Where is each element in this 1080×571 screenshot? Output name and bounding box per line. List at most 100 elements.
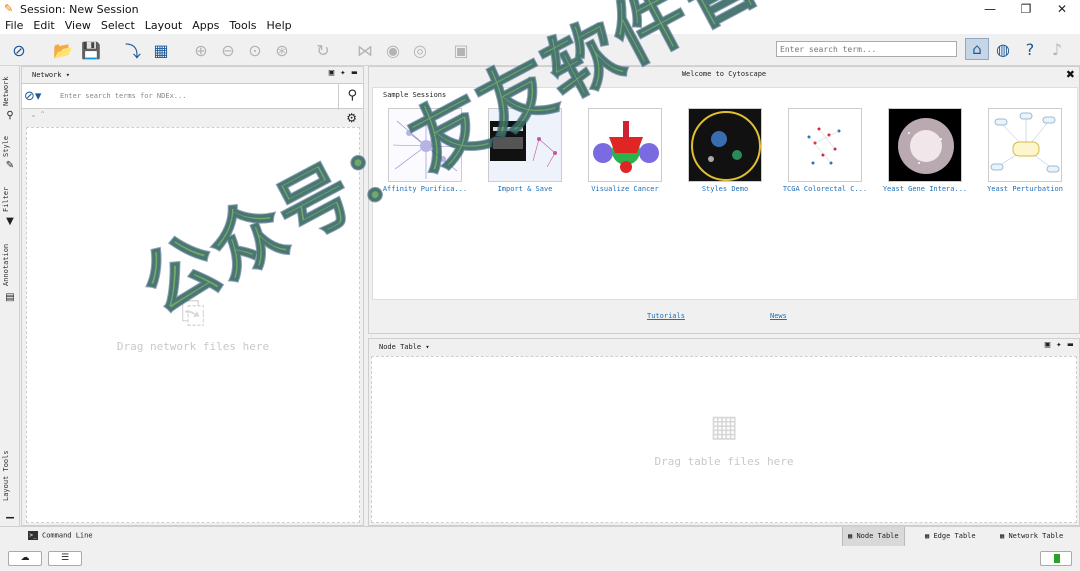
menu-tools[interactable]: Tools [224,18,261,34]
tab-network[interactable]: Network [2,72,18,110]
hide-selected-icon[interactable]: ◉ [382,40,404,60]
pin-icon[interactable]: ✦ [340,68,345,78]
node-table-title[interactable]: Node Table ▾ [379,343,430,351]
welcome-title: Welcome to Cytoscape [681,70,767,78]
minimize-button[interactable]: — [972,0,1008,18]
session-thumbnail[interactable] [688,108,762,182]
tab-network-table-label: Network Table [1008,532,1064,540]
import-table-icon[interactable]: ▦ [150,40,172,60]
close-icon[interactable]: ✖ [1066,68,1075,81]
cloud-icon[interactable]: ☁ [8,551,42,566]
session-thumbnail[interactable] [488,108,562,182]
cytoscape-logo-icon: ✎ [4,2,14,15]
notification-bell-icon[interactable]: ♪ [1046,39,1068,59]
search-icon[interactable]: ⚲ [347,88,357,103]
filter-icon: ▼ [6,216,14,227]
import-network-icon[interactable]: ⤵ [122,40,144,61]
new-network-from-selection-icon[interactable]: ▣ [450,40,472,60]
status-bar: ☁ ☰ [0,546,1080,571]
tab-layout-tools[interactable]: Layout Tools [2,446,18,506]
apply-layout-icon[interactable]: ↻ [312,40,334,60]
tutorials-link[interactable]: Tutorials [647,312,685,320]
save-icon[interactable]: 💾 [80,40,102,60]
maximize-button[interactable]: ❐ [1008,0,1044,18]
expand-collapse-icon[interactable]: ⌄ ⌃ [30,110,46,119]
brush-icon: ✎ [5,160,15,171]
session-thumbnail[interactable] [888,108,962,182]
title-bar: ✎ Session: New Session — ❐ ✕ [0,0,1080,18]
session-caption[interactable]: Styles Demo [675,185,775,193]
gear-icon[interactable]: ⚙ [346,111,357,125]
session-caption[interactable]: Yeast Perturbation [975,185,1075,193]
network-drop-zone[interactable]: ⎘ Drag network files here [26,127,360,523]
menu-apps[interactable]: Apps [187,18,224,34]
show-all-icon[interactable]: ◎ [409,40,431,60]
layout-tools-icon: ▁ [6,508,14,519]
tab-node-table[interactable]: ▦ Node Table [842,527,905,546]
annotation-icon: ▤ [5,292,15,303]
home-icon[interactable]: ⌂ [965,38,989,60]
session-caption[interactable]: Affinity Purifica... [375,185,475,193]
open-folder-icon[interactable]: 📂 [52,40,74,60]
network-tab-icon: ⚲ [6,110,14,121]
tab-filter[interactable]: Filter [2,184,18,214]
float-icon[interactable]: ▣ [1045,340,1050,350]
ndex-logo-icon[interactable]: ⊘▾ [24,89,54,105]
close-window-button[interactable]: ✕ [1044,0,1080,18]
command-line-label: Command Line [42,531,93,540]
tab-annotation[interactable]: Annotation [2,240,18,290]
network-panel-title[interactable]: Network ▾ [32,71,70,79]
globe-icon[interactable]: ◍ [992,39,1014,59]
tab-style[interactable]: Style [2,132,18,160]
zoom-out-icon[interactable]: ⊖ [217,40,239,60]
menu-edit[interactable]: Edit [28,18,59,34]
zoom-fit-icon[interactable]: ⊙ [244,40,266,60]
first-neighbors-icon[interactable]: ⋈ [354,40,376,60]
memory-status-icon[interactable] [1040,551,1072,566]
task-list-icon[interactable]: ☰ [48,551,82,566]
menu-select[interactable]: Select [96,18,140,34]
zoom-selected-icon[interactable]: ⊛ [271,40,293,60]
news-link[interactable]: News [770,312,787,320]
table-file-icon: ▦ [709,409,739,444]
network-drop-text: Drag network files here [116,340,270,353]
tab-network-table[interactable]: ▦ Network Table [995,527,1068,546]
session-thumbnail[interactable] [588,108,662,182]
sample-sessions-label: Sample Sessions [383,91,447,99]
ndex-search-input[interactable]: Enter search terms for NDEx... [60,92,186,100]
session-thumbnail[interactable] [388,108,462,182]
menu-help[interactable]: Help [262,18,297,34]
tab-node-table-label: Node Table [856,532,899,540]
network-panel: Network ▾ ▣ ✦ ▬ ⊘▾ Enter search terms fo… [21,66,364,526]
menu-bar: File Edit View Select Layout Apps Tools … [0,18,1080,34]
side-tab-strip: Network ⚲ Style ✎ Filter ▼ Annotation ▤ … [0,66,20,526]
ndex-icon[interactable]: ⊘ [8,40,30,60]
network-file-icon: ⎘ [181,296,205,331]
toolbar-search-input[interactable] [776,41,957,57]
session-caption[interactable]: Import & Save [475,185,575,193]
session-caption[interactable]: TCGA Colorectal C... [775,185,875,193]
float-icon[interactable]: ▣ [329,68,334,78]
menu-layout[interactable]: Layout [140,18,187,34]
session-caption[interactable]: Visualize Cancer [575,185,675,193]
session-caption[interactable]: Yeast Gene Intera... [875,185,975,193]
ndex-search-bar: ⊘▾ Enter search terms for NDEx... ⚲ [22,83,363,110]
welcome-panel: Welcome to Cytoscape ✖ Sample Sessions A… [368,66,1080,334]
window-title: Session: New Session [20,2,139,16]
sample-sessions: Sample Sessions Affinity Purifica... Imp… [372,87,1078,300]
menu-file[interactable]: File [0,18,28,34]
session-thumbnail[interactable] [988,108,1062,182]
network-tools-row: ⌄ ⌃ ⚙ [22,110,363,125]
menu-view[interactable]: View [60,18,96,34]
minimize-panel-icon[interactable]: ▬ [1068,340,1073,350]
minimize-panel-icon[interactable]: ▬ [352,68,357,78]
table-drop-text: Drag table files here [654,455,794,468]
help-icon[interactable]: ? [1019,39,1041,59]
node-table-panel: Node Table ▾ ▣ ✦ ▬ ▦ Drag table files he… [368,338,1080,526]
zoom-in-icon[interactable]: ⊕ [190,40,212,60]
table-drop-zone[interactable]: ▦ Drag table files here [371,356,1077,523]
tab-edge-table[interactable]: ▦ Edge Table [920,527,981,546]
command-line-button[interactable]: >_ Command Line [28,531,93,540]
session-thumbnail[interactable] [788,108,862,182]
pin-icon[interactable]: ✦ [1056,340,1061,350]
